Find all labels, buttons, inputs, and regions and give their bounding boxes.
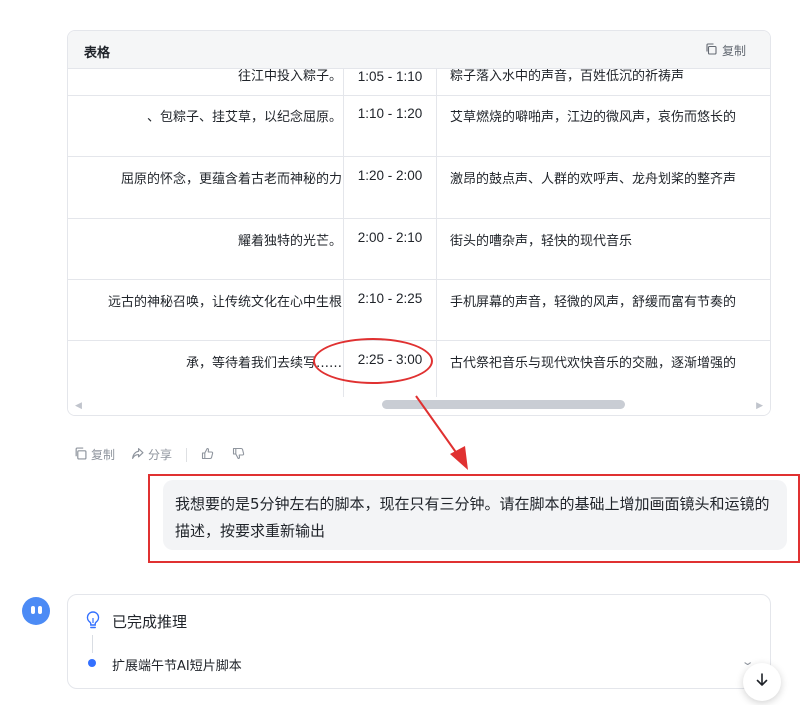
scroll-right-arrow-icon[interactable]: ▶: [756, 401, 763, 411]
cell-time: 2:10 - 2:25: [343, 280, 437, 340]
copy-button[interactable]: 复制: [74, 446, 115, 463]
step-connector: [92, 635, 93, 653]
cell-sound: 古代祭祀音乐与现代欢快音乐的交融，逐渐增强的: [450, 356, 737, 371]
annotation-ellipse: [313, 338, 433, 384]
annotation-arrow: [415, 395, 468, 470]
cell-description: 、包粽子、挂艾草，以纪念屈原。: [146, 110, 342, 125]
table-copy-label: 复制: [721, 44, 746, 58]
cell-description: 承，等待着我们去续写……: [185, 356, 342, 371]
thumbs-up-button[interactable]: [201, 447, 214, 463]
share-icon: [131, 447, 144, 463]
assistant-avatar: [22, 597, 50, 625]
reasoning-step: 扩展端午节AI短片脚本: [112, 659, 242, 674]
copy-icon: [74, 446, 87, 463]
table-row: 屈原的怀念，更蕴含着古老而神秘的力 1:20 - 2:00 激昂的鼓点声、人群的…: [68, 157, 770, 219]
table-row: 远古的神秘召唤，让传统文化在心中生根 2:10 - 2:25 手机屏幕的声音，轻…: [68, 280, 770, 341]
arrow-down-icon: [754, 672, 770, 692]
user-message-bubble: 我想要的是5分钟左右的脚本，现在只有三分钟。请在脚本的基础上增加画面镜头和运镜的…: [163, 480, 787, 550]
divider: [186, 447, 188, 462]
table-row: 耀着独特的光芒。 2:00 - 2:10 街头的嘈杂声，轻快的现代音乐: [68, 219, 770, 280]
cell-sound: 粽子落入水中的声音，百姓低沉的祈祷声: [450, 69, 685, 84]
cell-time: 2:00 - 2:10: [343, 219, 437, 279]
table-title: 表格: [84, 46, 111, 61]
table-copy-button[interactable]: 复制: [705, 42, 746, 59]
cell-sound: 艾草燃烧的噼啪声，江边的微风声，哀伤而悠长的: [450, 110, 737, 125]
cell-sound: 街头的嘈杂声，轻快的现代音乐: [450, 234, 633, 249]
table-row: 、包粽子、挂艾草，以纪念屈原。 1:10 - 1:20 艾草燃烧的噼啪声，江边的…: [68, 96, 770, 157]
thumbs-down-icon: [232, 447, 245, 463]
share-button[interactable]: 分享: [131, 446, 172, 463]
step-bullet-icon: [88, 659, 96, 667]
lightbulb-icon: [84, 610, 102, 630]
cell-description: 屈原的怀念，更蕴含着古老而神秘的力: [120, 172, 342, 187]
reasoning-card[interactable]: 已完成推理 扩展端午节AI短片脚本 ⌄: [67, 594, 771, 689]
message-actions: 复制 分享: [74, 446, 245, 463]
scroll-to-bottom-button[interactable]: [743, 663, 781, 701]
copy-label: 复制: [91, 448, 116, 462]
cell-description: 耀着独特的光芒。: [237, 234, 342, 249]
scroll-left-arrow-icon[interactable]: ◀: [75, 401, 82, 411]
cell-time: 1:20 - 2:00: [343, 157, 437, 218]
cell-sound: 手机屏幕的声音，轻微的风声，舒缓而富有节奏的: [450, 295, 737, 310]
share-label: 分享: [148, 448, 173, 462]
reasoning-title: 已完成推理: [112, 613, 188, 631]
table-header: 表格 复制: [68, 31, 770, 69]
cell-description: 往江中投入粽子。: [237, 69, 342, 84]
table-row: 往江中投入粽子。 1:05 - 1:10 粽子落入水中的声音，百姓低沉的祈祷声: [68, 69, 770, 96]
copy-icon: [705, 43, 717, 58]
cell-description: 远古的神秘召唤，让传统文化在心中生根: [107, 295, 342, 310]
cell-time: 1:05 - 1:10: [343, 69, 437, 95]
thumbs-down-button[interactable]: [232, 447, 245, 463]
cell-sound: 激昂的鼓点声、人群的欢呼声、龙舟划桨的整齐声: [450, 172, 737, 187]
cell-time: 1:10 - 1:20: [343, 96, 437, 156]
thumbs-up-icon: [201, 447, 214, 463]
